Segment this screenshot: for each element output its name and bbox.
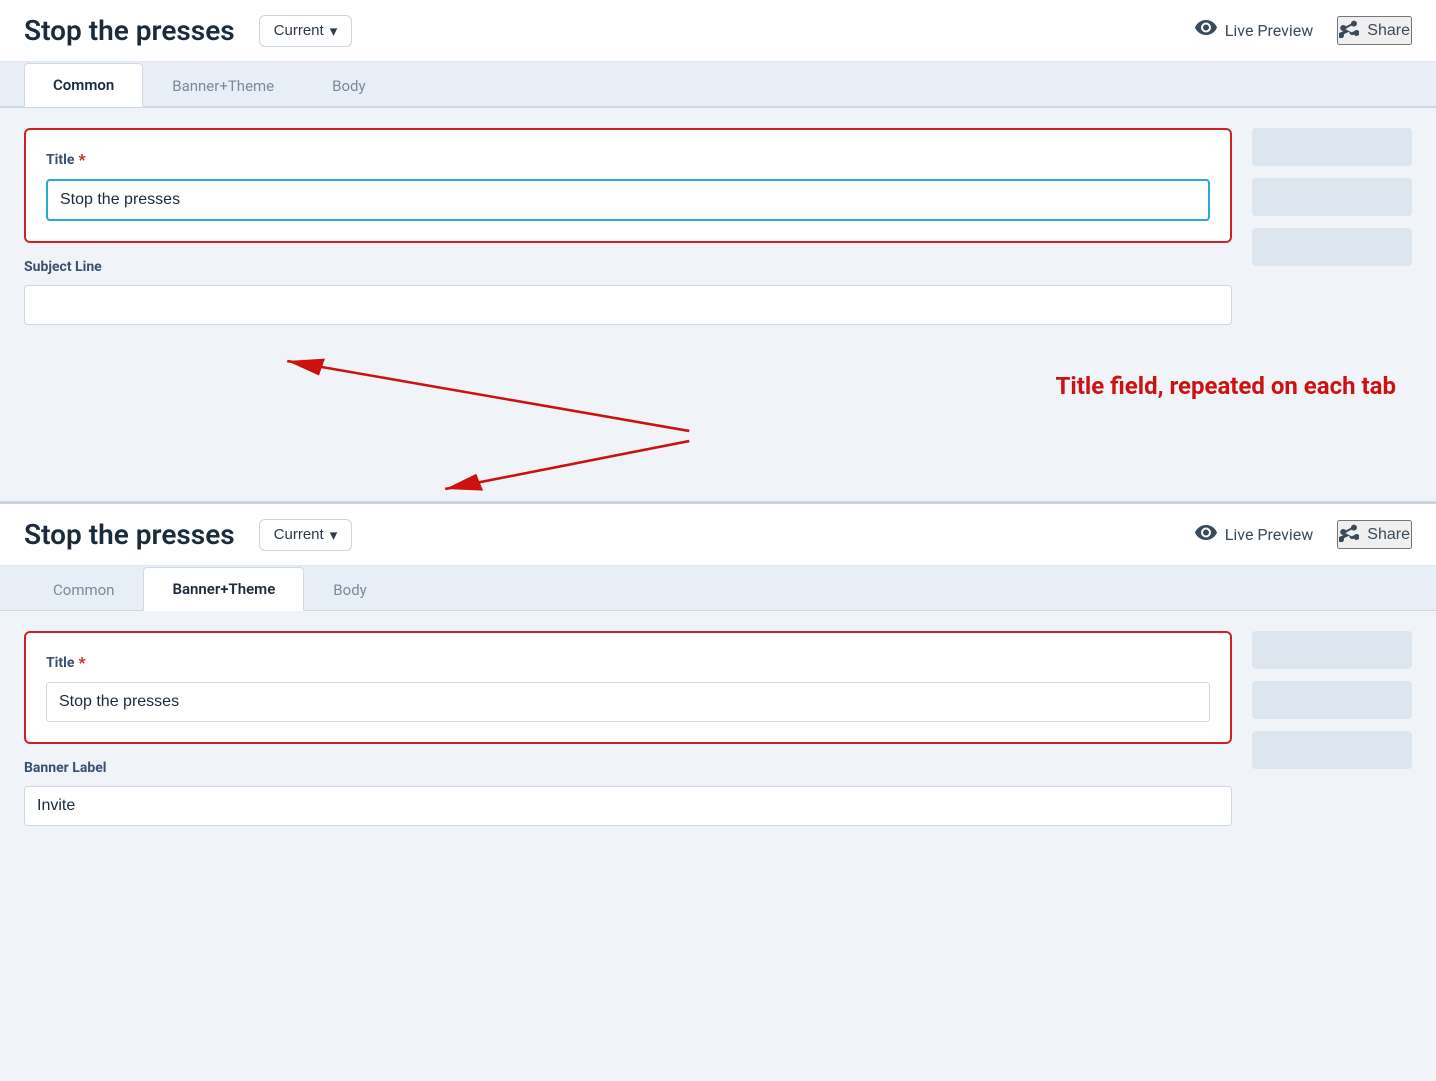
bottom-header-actions: Live Preview Share <box>1195 520 1412 549</box>
version-label: Current <box>274 22 324 39</box>
sidebar-item-3 <box>1252 228 1412 266</box>
version-dropdown[interactable]: Current ▾ <box>259 15 353 47</box>
subject-line-input[interactable] <box>24 285 1232 325</box>
top-header: Stop the presses Current ▾ Live Preview <box>0 0 1436 62</box>
bottom-sidebar-item-3 <box>1252 731 1412 769</box>
bottom-share-button[interactable]: Share <box>1337 520 1412 549</box>
chevron-down-icon: ▾ <box>330 22 338 40</box>
share-label: Share <box>1367 22 1410 40</box>
bottom-version-label: Current <box>274 526 324 543</box>
annotation-area: Title field, repeated on each tab <box>0 341 1436 501</box>
bottom-share-label: Share <box>1367 526 1410 544</box>
bottom-section: Stop the presses Current ▾ Live Preview <box>0 501 1436 862</box>
bottom-version-dropdown[interactable]: Current ▾ <box>259 519 353 551</box>
bottom-live-preview-label: Live Preview <box>1225 525 1314 544</box>
subject-line-label: Subject Line <box>24 259 1232 275</box>
title-field-label-bottom: Title * <box>46 653 1210 672</box>
banner-label-input[interactable] <box>24 786 1232 826</box>
banner-label-section: Banner Label <box>24 760 1232 842</box>
page-title: Stop the presses <box>24 14 235 47</box>
top-right-sidebar <box>1252 128 1412 341</box>
live-preview-button[interactable]: Live Preview <box>1195 20 1314 41</box>
tab-common-top[interactable]: Common <box>24 63 143 107</box>
top-main-content: Title * Subject Line <box>24 128 1232 341</box>
title-form-card-top: Title * <box>24 128 1232 243</box>
banner-label-label: Banner Label <box>24 760 1232 776</box>
bottom-content-area: Title * Banner Label <box>0 611 1436 862</box>
top-tabs: Common Banner+Theme Body <box>0 62 1436 107</box>
sidebar-item-1 <box>1252 128 1412 166</box>
subject-line-section-top: Subject Line <box>24 259 1232 341</box>
tab-body-bottom[interactable]: Body <box>304 568 395 611</box>
bottom-header: Stop the presses Current ▾ Live Preview <box>0 504 1436 566</box>
bottom-main-content: Title * Banner Label <box>24 631 1232 842</box>
tab-body-top[interactable]: Body <box>303 64 394 107</box>
tab-banner-theme-bottom[interactable]: Banner+Theme <box>143 567 304 611</box>
bottom-sidebar-item-2 <box>1252 681 1412 719</box>
eye-icon <box>1195 20 1217 41</box>
title-input-bottom[interactable] <box>46 682 1210 722</box>
bottom-right-sidebar <box>1252 631 1412 842</box>
title-input-top[interactable] <box>46 179 1210 221</box>
tab-common-bottom[interactable]: Common <box>24 568 143 611</box>
top-content-area: Title * Subject Line <box>0 108 1436 341</box>
required-star-top: * <box>78 150 85 169</box>
top-section: Stop the presses Current ▾ Live Preview <box>0 0 1436 108</box>
bottom-chevron-icon: ▾ <box>330 526 338 544</box>
required-star-bottom: * <box>78 653 85 672</box>
live-preview-label: Live Preview <box>1225 21 1314 40</box>
annotation-arrow <box>0 341 1436 501</box>
title-form-card-bottom: Title * <box>24 631 1232 744</box>
bottom-page-title: Stop the presses <box>24 518 235 551</box>
header-actions: Live Preview Share <box>1195 16 1412 45</box>
bottom-share-icon <box>1339 522 1359 547</box>
title-field-label-top: Title * <box>46 150 1210 169</box>
annotation-text: Title field, repeated on each tab <box>1056 371 1397 403</box>
bottom-eye-icon <box>1195 525 1217 545</box>
bottom-live-preview-button[interactable]: Live Preview <box>1195 525 1314 545</box>
share-icon <box>1339 18 1359 43</box>
tab-banner-theme-top[interactable]: Banner+Theme <box>143 64 303 107</box>
bottom-sidebar-item-1 <box>1252 631 1412 669</box>
sidebar-item-2 <box>1252 178 1412 216</box>
share-button[interactable]: Share <box>1337 16 1412 45</box>
bottom-tabs: Common Banner+Theme Body <box>0 566 1436 611</box>
